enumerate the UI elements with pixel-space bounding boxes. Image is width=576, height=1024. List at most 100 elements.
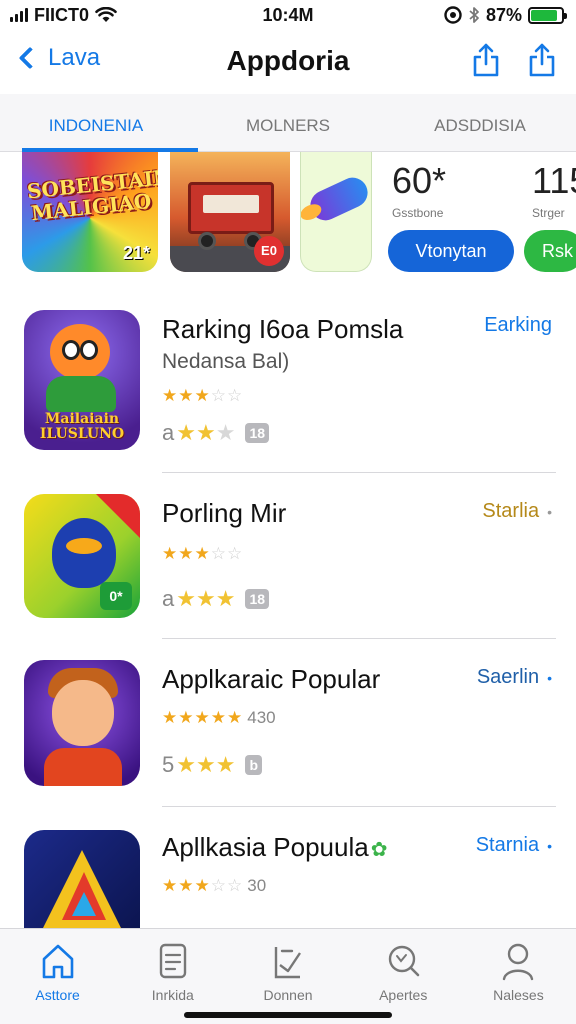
app-row[interactable]: Mailaiain ILUSLUNO Rarking I6oa Pomsla N… (0, 310, 576, 476)
app-icon[interactable] (24, 660, 140, 786)
star-rating: ★★★☆☆ (162, 386, 243, 406)
featured-stat-value: 60* (392, 160, 447, 201)
age-rating: a ★★★ 18 (162, 420, 270, 446)
tab-updates[interactable]: Inrkida (115, 929, 230, 1024)
app-action-button[interactable]: Saerlin • (477, 666, 552, 689)
age-chip: b (245, 755, 263, 775)
star-empty-icon: ☆ (227, 386, 244, 405)
star-filled-icon: ★ (176, 752, 196, 777)
tab-bar: Asttore Inrkida Donnen Apertes Naleses (0, 928, 576, 1024)
star-filled-icon: ★ (195, 586, 216, 611)
star-rating: ★★★☆☆ (162, 544, 243, 564)
star-filled-icon: ★ (195, 752, 216, 777)
app-name: Apllkasia Popuula ✿ (162, 832, 388, 862)
star-empty-icon: ☆ (210, 544, 227, 563)
rating-prefix: a (162, 586, 175, 611)
segment-molners[interactable]: MOLNERS (192, 94, 384, 151)
row-divider (162, 806, 556, 807)
rating-stars: ★★★ (176, 586, 235, 612)
star-filled-icon: ★ (162, 544, 179, 563)
featured-blue-button[interactable]: Vtonytan (388, 230, 514, 272)
battery-percent: 87% (485, 4, 522, 25)
app-subtitle: Nedansa Bal) (162, 350, 290, 373)
segment-indonenia[interactable]: INDONENIA (0, 94, 198, 152)
tab-home[interactable]: Asttore (0, 929, 115, 1024)
tab-downloads[interactable]: Donnen (230, 929, 345, 1024)
app-action-button[interactable]: Earking (484, 314, 552, 337)
featured-stat-label: Gsstbone (392, 206, 444, 220)
star-filled-icon: ★ (178, 708, 195, 727)
search-icon (389, 945, 420, 977)
navigation-bar: Lava Appdoria (0, 30, 576, 94)
category-segments: INDONENIA MOLNERS ADSDDISIA (0, 94, 576, 152)
featured-tile-title: SOBEISTAIN MALIGIAO (25, 164, 158, 226)
app-row[interactable]: 0* Porling Mir ★★★☆☆ a ★★★ 18 Starlia • (0, 494, 576, 660)
star-filled-icon: ★ (176, 420, 196, 445)
star-empty-icon: ☆ (210, 876, 227, 895)
app-action-button[interactable]: Starnia • (476, 834, 552, 857)
row-divider (162, 472, 556, 473)
rating-count: 30 (247, 876, 267, 895)
rating-stars: ★★★ (176, 420, 235, 446)
battery-icon (528, 6, 567, 24)
featured-tile-rocket[interactable] (300, 152, 372, 272)
featured-stat-value-2: 115 (532, 160, 576, 201)
star-filled-icon: ★ (215, 752, 236, 777)
app-row[interactable]: Applkaraic Popular ★★★★★ 430 5 ★★★ b Saer… (0, 660, 576, 826)
star-filled-icon: ★ (176, 586, 196, 611)
star-empty-icon: ☆ (227, 876, 244, 895)
bluetooth-icon (469, 7, 479, 23)
rating-count: 430 (247, 708, 276, 727)
app-icon[interactable] (24, 830, 140, 928)
person-icon (503, 943, 534, 981)
app-name: Porling Mir (162, 498, 287, 528)
featured-tile-badge: E0 (254, 236, 284, 266)
featured-tile-badge: 21* (122, 243, 150, 263)
age-chip: 18 (245, 423, 270, 443)
star-filled-icon: ★ (227, 708, 244, 727)
row-divider (162, 638, 556, 639)
rocket-illustration (305, 172, 371, 226)
upload-icon[interactable] (528, 42, 556, 78)
status-bar: FIICT0 10:4M 87% (0, 0, 576, 30)
featured-carousel[interactable]: SOBEISTAIN MALIGIAO 21* E0 60* Gsstbone … (0, 152, 576, 280)
app-name: Rarking I6oa Pomsla (162, 314, 404, 344)
featured-tile-rainbow[interactable]: SOBEISTAIN MALIGIAO 21* (22, 152, 158, 272)
age-rating: a ★★★ 18 (162, 586, 270, 612)
star-filled-icon: ★ (178, 876, 195, 895)
rating-prefix: a (162, 420, 175, 445)
age-rating: 5 ★★★ b (162, 752, 263, 778)
star-empty-icon: ☆ (227, 544, 244, 563)
star-filled-icon: ★ (194, 544, 211, 563)
star-rating: ★★★★★ 430 (162, 708, 276, 728)
star-filled-icon: ★ (194, 386, 211, 405)
app-action-button[interactable]: Starlia • (482, 500, 552, 523)
star-filled-icon: ★ (194, 876, 211, 895)
star-filled-icon: ★ (162, 708, 179, 727)
star-empty-icon: ★ (215, 420, 236, 445)
rating-stars: ★★★ (176, 752, 235, 778)
home-indicator (184, 1012, 392, 1018)
carrier-label: FIICT0 (34, 4, 90, 25)
star-filled-icon: ★ (178, 544, 195, 563)
truck-illustration (188, 182, 274, 234)
share-icon[interactable] (472, 42, 500, 78)
star-filled-icon: ★ (195, 420, 216, 445)
star-filled-icon: ★ (215, 586, 236, 611)
featured-green-button[interactable]: Rsk (524, 230, 576, 272)
leaf-icon: ✿ (370, 839, 388, 861)
star-empty-icon: ☆ (210, 386, 227, 405)
tab-search[interactable]: Apertes (346, 929, 461, 1024)
app-icon[interactable]: Mailaiain ILUSLUNO (24, 310, 140, 450)
star-filled-icon: ★ (210, 708, 227, 727)
app-icon-logo: Mailaiain ILUSLUNO (39, 411, 125, 442)
star-filled-icon: ★ (162, 386, 179, 405)
app-icon[interactable]: 0* (24, 494, 140, 618)
star-filled-icon: ★ (162, 876, 179, 895)
location-icon (444, 6, 462, 24)
tab-profile[interactable]: Naleses (461, 929, 576, 1024)
app-name: Applkaraic Popular (162, 664, 381, 694)
featured-tile-truck[interactable]: E0 (170, 152, 290, 272)
rating-prefix: 5 (162, 752, 175, 777)
segment-adsddisia[interactable]: ADSDDISIA (384, 94, 576, 151)
